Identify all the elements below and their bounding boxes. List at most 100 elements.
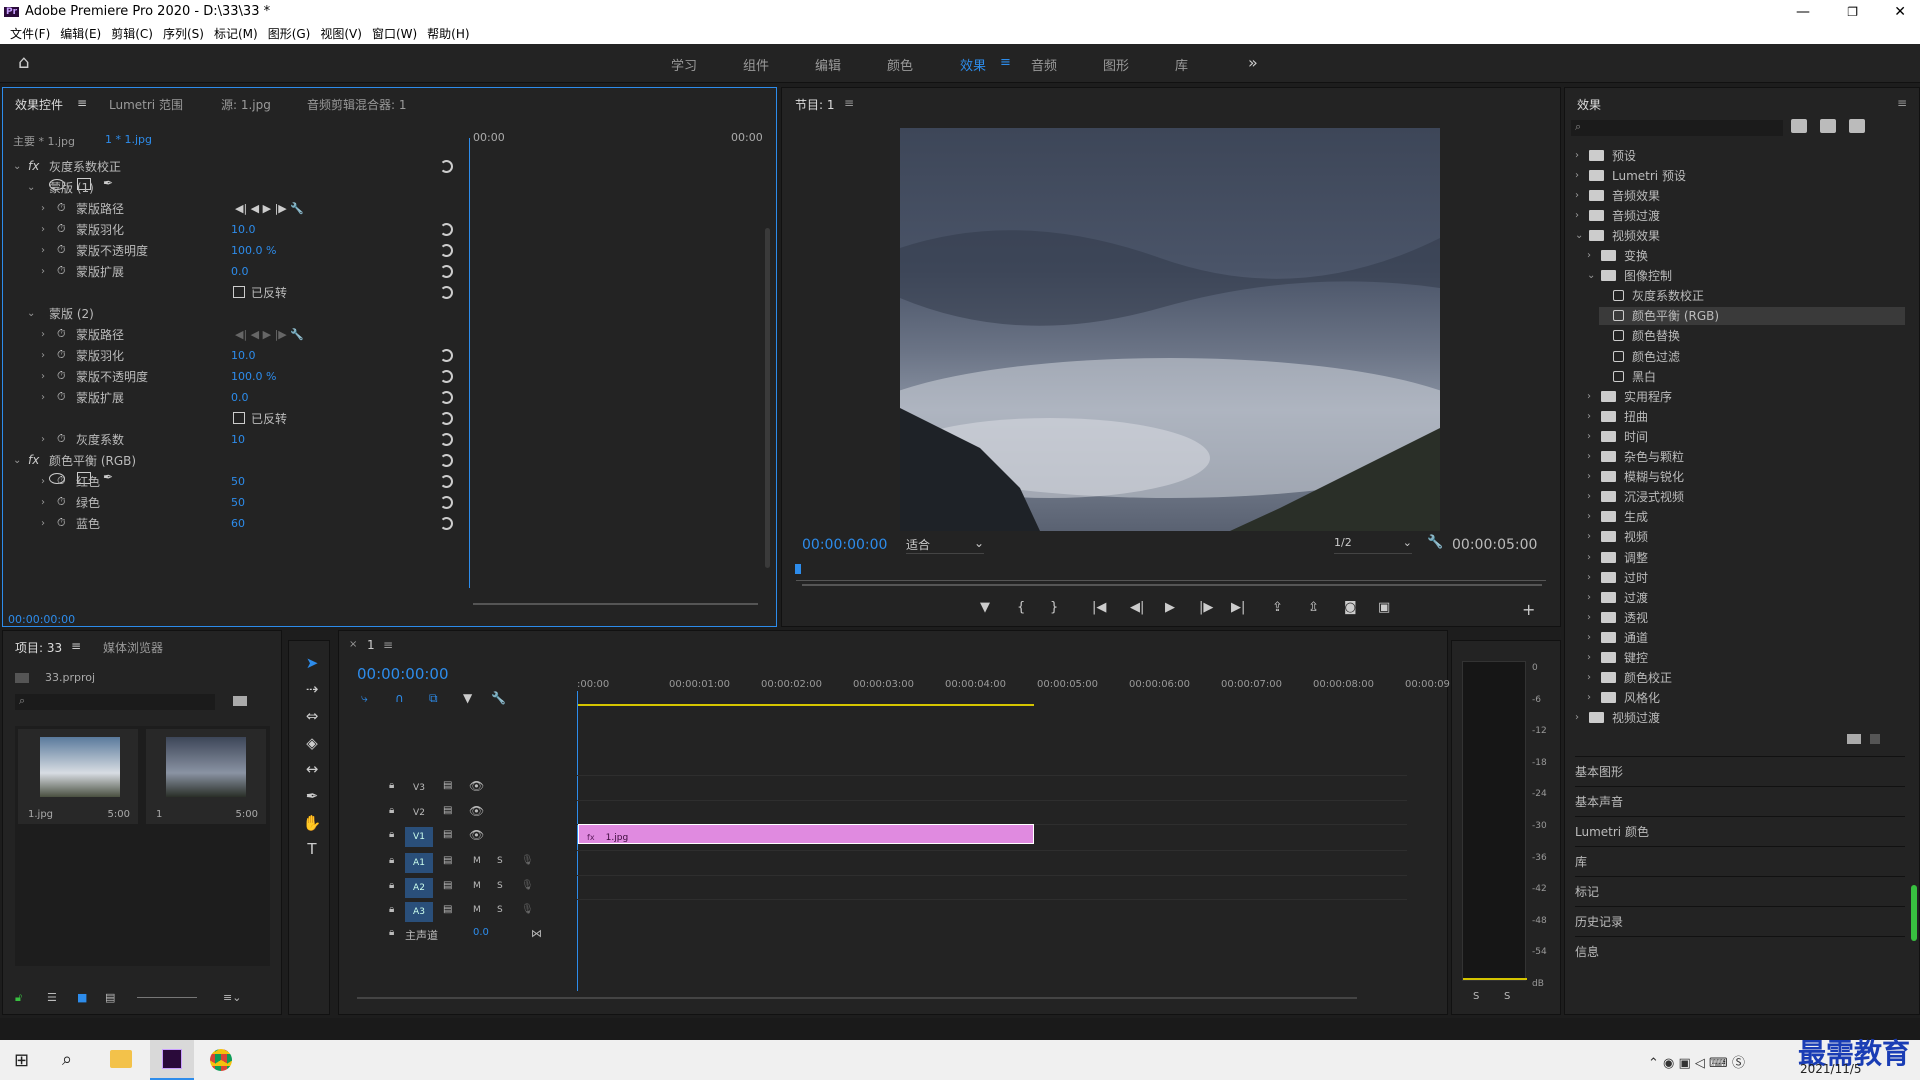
effect-folder[interactable]: ⌄ 图像控制: [1587, 267, 1672, 285]
property-value[interactable]: 0.0: [231, 391, 249, 404]
track-lane[interactable]: [577, 775, 1407, 799]
panel-tab[interactable]: 音频剪辑混合器: 1: [307, 96, 407, 113]
ec-scrollbar[interactable]: [765, 228, 770, 568]
ripple-edit-tool-icon[interactable]: ⇔: [301, 705, 323, 727]
effect-folder[interactable]: › 变换: [1587, 247, 1648, 265]
workspace-tab[interactable]: 组件: [743, 55, 769, 74]
effect-folder[interactable]: › 沉浸式视频: [1587, 488, 1684, 506]
compare-view-icon[interactable]: ▣: [1378, 600, 1390, 615]
effect-folder[interactable]: › 音频过渡: [1575, 206, 1660, 224]
effect-folder[interactable]: › 通道: [1587, 628, 1648, 646]
effect-folder[interactable]: › 风格化: [1587, 689, 1660, 707]
menu-item[interactable]: 图形(G): [268, 25, 311, 42]
track-target[interactable]: V3: [405, 778, 433, 798]
mask-tracking-controls[interactable]: ◀| ◀ ▶ |▶ 🔧: [235, 202, 304, 215]
ec-playhead[interactable]: [469, 138, 470, 588]
minimize-button[interactable]: —: [1796, 4, 1810, 20]
effects-scrollbar[interactable]: [1911, 885, 1917, 941]
solo-left-button[interactable]: S: [1473, 991, 1479, 1002]
hand-tool-icon[interactable]: ✋: [301, 812, 323, 834]
reset-icon[interactable]: [440, 453, 453, 467]
sync-lock-icon[interactable]: ▤: [443, 904, 452, 915]
chevron-right-icon[interactable]: ›: [41, 203, 45, 214]
type-tool-icon[interactable]: T: [301, 838, 323, 860]
solo-button[interactable]: S: [497, 856, 503, 866]
property-value[interactable]: 10.0: [231, 223, 256, 236]
project-item[interactable]: 1.jpg 5:00: [18, 729, 138, 824]
effect-item[interactable]: 颜色平衡 (RGB): [1599, 306, 1905, 325]
sync-lock-icon[interactable]: ▤: [443, 805, 452, 816]
chevron-down-icon[interactable]: ⌄: [27, 308, 35, 319]
effect-item[interactable]: 黑白: [1599, 367, 1656, 385]
chevron-right-icon[interactable]: ›: [41, 350, 45, 361]
panel-menu-icon[interactable]: ≡: [844, 96, 854, 110]
stopwatch-icon[interactable]: ⏱: [57, 201, 66, 215]
new-bin-search-icon[interactable]: [233, 696, 247, 706]
eye-icon[interactable]: 👁︎: [469, 828, 484, 842]
project-item[interactable]: 1 5:00: [146, 729, 266, 824]
sequence-tab[interactable]: 1: [367, 638, 375, 652]
lock-icon[interactable]: 🔒︎: [389, 855, 394, 866]
property-value[interactable]: 100.0 %: [231, 370, 276, 383]
chevron-right-icon[interactable]: ›: [1587, 391, 1601, 402]
mask-tracking-controls[interactable]: ◀| ◀ ▶ |▶ 🔧: [235, 328, 304, 341]
chevron-right-icon[interactable]: ›: [41, 371, 45, 382]
collapsed-panel-header[interactable]: Lumetri 颜色: [1575, 816, 1905, 840]
reset-icon[interactable]: [440, 432, 453, 446]
effect-item[interactable]: 灰度系数校正: [1599, 287, 1704, 305]
chevron-right-icon[interactable]: ›: [1575, 170, 1589, 181]
play-icon[interactable]: ▶: [1165, 600, 1175, 615]
stopwatch-icon[interactable]: ⏱: [57, 474, 66, 488]
more-workspaces-icon[interactable]: »: [1248, 53, 1258, 72]
file-explorer-icon[interactable]: [110, 1050, 132, 1068]
track-target[interactable]: A1: [405, 853, 433, 873]
sync-lock-icon[interactable]: ▤: [443, 780, 452, 791]
chevron-right-icon[interactable]: ›: [1587, 411, 1601, 422]
chevron-right-icon[interactable]: ›: [1587, 431, 1601, 442]
microphone-icon[interactable]: 🎙︎: [521, 904, 534, 915]
chevron-right-icon[interactable]: ›: [1587, 632, 1601, 643]
timeline-ruler[interactable]: :00:00 00:00:01:00 00:00:02:00 00:00:03:00 0…: [577, 679, 1453, 699]
property-value[interactable]: 10.0: [231, 349, 256, 362]
stopwatch-icon[interactable]: ⏱: [57, 243, 66, 257]
stopwatch-icon[interactable]: ⏱: [57, 390, 66, 404]
chevron-right-icon[interactable]: ›: [41, 476, 45, 487]
collapsed-panel-header[interactable]: 基本声音: [1575, 786, 1905, 810]
nest-icon[interactable]: ⤷: [361, 691, 368, 706]
workspace-tab[interactable]: 音频: [1031, 55, 1057, 74]
effect-folder[interactable]: › 扭曲: [1587, 407, 1648, 425]
close-button[interactable]: ✕: [1894, 4, 1906, 20]
linked-selection-icon[interactable]: ⧉: [429, 691, 438, 706]
collapsed-panel-header[interactable]: 历史记录: [1575, 906, 1905, 930]
chevron-right-icon[interactable]: ›: [1587, 491, 1601, 502]
chevron-right-icon[interactable]: ›: [1575, 712, 1589, 723]
chevron-right-icon[interactable]: ›: [1587, 471, 1601, 482]
panel-menu-icon[interactable]: ≡: [383, 638, 393, 652]
track-lane[interactable]: [577, 875, 1407, 899]
close-sequence-icon[interactable]: ×: [349, 639, 357, 650]
reset-icon[interactable]: [440, 390, 453, 404]
selection-tool-icon[interactable]: ➤: [301, 652, 323, 674]
razor-tool-icon[interactable]: ◈: [301, 732, 323, 754]
stopwatch-icon[interactable]: ⏱: [57, 432, 66, 446]
reset-icon[interactable]: [440, 474, 453, 488]
workspace-tab[interactable]: 学习: [671, 55, 697, 74]
effect-folder[interactable]: › 键控: [1587, 649, 1648, 667]
effect-folder[interactable]: › Lumetri 预设: [1575, 166, 1686, 184]
lock-icon[interactable]: 🔒︎: [389, 904, 394, 915]
freeform-view-icon[interactable]: ▤: [105, 991, 115, 1004]
effect-item[interactable]: 颜色替换: [1599, 327, 1680, 345]
menu-item[interactable]: 帮助(H): [427, 25, 469, 42]
mute-button[interactable]: M: [473, 881, 481, 891]
add-marker-icon[interactable]: ▼: [463, 691, 472, 705]
effect-folder[interactable]: › 生成: [1587, 508, 1648, 526]
premiere-taskbar-icon[interactable]: [150, 1040, 194, 1080]
go-to-in-icon[interactable]: |◀: [1092, 600, 1106, 615]
chevron-right-icon[interactable]: ›: [1575, 210, 1589, 221]
panel-menu-icon[interactable]: ≡: [77, 96, 87, 110]
effect-folder[interactable]: › 时间: [1587, 427, 1648, 445]
effects-search-input[interactable]: ⌕: [1571, 120, 1783, 136]
chevron-right-icon[interactable]: ›: [1587, 652, 1601, 663]
menu-item[interactable]: 标记(M): [214, 25, 258, 42]
icon-view-icon[interactable]: ■: [77, 991, 87, 1004]
